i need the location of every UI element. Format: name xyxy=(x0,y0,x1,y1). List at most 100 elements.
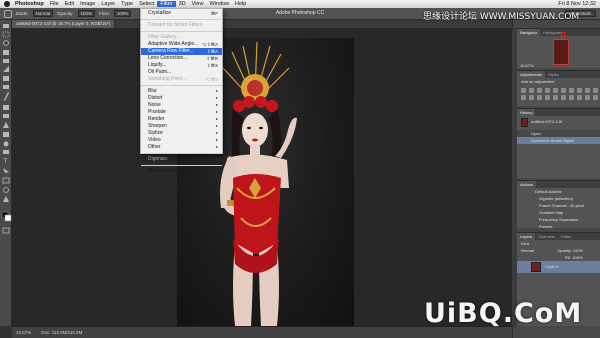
snapshot-thumbnail xyxy=(521,118,528,127)
menu-image[interactable]: Image xyxy=(80,1,95,7)
submenu-arrow-icon xyxy=(216,139,218,141)
menu-view[interactable]: View xyxy=(192,1,204,7)
action-presets[interactable]: Presets xyxy=(517,223,600,230)
document-tab[interactable]: untitled-0072-3.tif @ 16.7% (Layer 0, RG… xyxy=(12,20,116,28)
menu-item-digimarc: Digimarc xyxy=(141,156,222,163)
menu-item-blur[interactable]: Blur xyxy=(141,88,222,95)
navigator-panel: Navigator Histogram 16.67% xyxy=(517,28,600,68)
submenu-arrow-icon xyxy=(216,97,218,99)
menu-help[interactable]: Help xyxy=(235,1,246,7)
menu-select[interactable]: Select xyxy=(139,1,154,7)
menubar-clock[interactable]: Fri 8 Nov 12:32 xyxy=(558,1,596,7)
adjustments-panel: Adjustments Styles Add an adjustment xyxy=(517,70,600,106)
menu-layer[interactable]: Layer xyxy=(101,1,115,7)
adjustments-hint: Add an adjustment xyxy=(521,79,555,84)
history-item-convert[interactable]: Convert to Smart Object xyxy=(517,137,600,144)
action-default-actions[interactable]: Default Actions xyxy=(517,188,600,195)
flow-field[interactable]: 100% xyxy=(113,10,132,17)
submenu-arrow-icon xyxy=(216,125,218,127)
mac-menu-bar: Photoshop File Edit Image Layer Type Sel… xyxy=(0,0,600,8)
menu-item-video[interactable]: Video xyxy=(141,137,222,144)
tool-preset-icon[interactable] xyxy=(4,9,12,18)
tab-styles[interactable]: Styles xyxy=(545,71,562,78)
menu-item-oil-paint[interactable]: Oil Paint... xyxy=(141,69,222,76)
navigator-zoom[interactable]: 16.67% xyxy=(520,63,534,68)
layer-blend-mode[interactable]: Normal Opacity: 100% xyxy=(517,247,600,254)
tab-channels[interactable]: Channels xyxy=(535,233,558,240)
layer-row-layer-0[interactable]: Layer 0 xyxy=(517,261,600,273)
zoom-readout[interactable]: 16.67% xyxy=(16,330,31,335)
shortcut: ⇧⌘X xyxy=(206,63,218,68)
menu-edit[interactable]: Edit xyxy=(65,1,74,7)
menu-type[interactable]: Type xyxy=(121,1,133,7)
navigator-thumbnail[interactable] xyxy=(553,39,569,65)
submenu-arrow-icon xyxy=(216,118,218,120)
actions-panel: Actions Default Actions Vignette (select… xyxy=(517,180,600,230)
tool-icons[interactable]: T xyxy=(0,20,12,326)
adjustment-icons[interactable] xyxy=(517,85,600,103)
menu-file[interactable]: File xyxy=(50,1,59,7)
action-frame-channel[interactable]: Frame Channel - 50 pixel xyxy=(517,202,600,209)
menu-item-sharpen[interactable]: Sharpen xyxy=(141,123,222,130)
shortcut: ⌘F xyxy=(210,11,218,16)
menu-photoshop[interactable]: Photoshop xyxy=(15,1,44,7)
menu-separator xyxy=(141,153,222,154)
menu-item-filter-gallery: Filter Gallery... xyxy=(148,34,181,40)
menu-item-vanishing-point: Vanishing Point... ⌥⌘V xyxy=(148,76,218,82)
history-snapshot[interactable]: untitled-0072-3.tif xyxy=(517,116,600,130)
menu-item-pixelate[interactable]: Pixelate xyxy=(141,109,222,116)
menu-separator xyxy=(141,31,222,32)
apple-icon[interactable] xyxy=(4,1,10,7)
submenu-arrow-icon xyxy=(216,158,218,160)
menu-item-other[interactable]: Other xyxy=(141,144,222,151)
layer-fill-row: Fill: 100% xyxy=(517,254,600,261)
layer-opacity[interactable]: Opacity: 100% xyxy=(557,247,583,254)
svg-text:T: T xyxy=(4,159,8,165)
tab-actions[interactable]: Actions xyxy=(517,181,537,188)
menu-item-browse-filters-online[interactable]: Browse Filters Online... xyxy=(141,168,222,175)
menu-item-lens-correction[interactable]: Lens Correction... ⇧⌘R xyxy=(141,55,222,62)
menu-item-adaptive-wide-angle[interactable]: Adaptive Wide Angle... ⌥⇧⌘A xyxy=(141,41,222,48)
doc-size-readout[interactable]: Doc: 110.9M/110.9M xyxy=(41,330,82,335)
action-gradient-map[interactable]: Gradient Map xyxy=(517,209,600,216)
menu-window[interactable]: Window xyxy=(209,1,229,7)
menu-item-distort[interactable]: Distort xyxy=(141,95,222,102)
tools-panel: T xyxy=(0,20,12,326)
menu-item-convert-smart-filters: Convert for Smart Filters xyxy=(148,22,203,28)
menu-item-stylize[interactable]: Stylize xyxy=(141,130,222,137)
tab-paths[interactable]: Paths xyxy=(558,233,574,240)
watermark-top: 思缘设计论坛 WWW.MISSYUAN.COM xyxy=(423,12,580,22)
menu-separator xyxy=(141,85,222,86)
watermark-bottom: UiBQ.CoM xyxy=(424,298,583,329)
submenu-arrow-icon xyxy=(216,132,218,134)
submenu-arrow-icon xyxy=(216,111,218,113)
menu-item-render[interactable]: Render xyxy=(141,116,222,123)
menu-separator xyxy=(141,165,222,166)
mode-select[interactable]: Normal xyxy=(32,10,54,17)
filter-menu-dropdown: Crystallize ⌘F Convert for Smart Filters … xyxy=(140,8,223,174)
menu-filter[interactable]: Filter xyxy=(157,1,176,7)
menu-item-liquify[interactable]: Liquify... ⇧⌘X xyxy=(141,62,222,69)
shortcut: ⌥⌘V xyxy=(205,77,218,82)
submenu-arrow-icon xyxy=(216,104,218,106)
tab-adjustments[interactable]: Adjustments xyxy=(517,71,546,78)
tab-layers[interactable]: Layers xyxy=(517,233,536,240)
menu-3d[interactable]: 3D xyxy=(179,1,186,7)
layer-filter-kind[interactable]: Kind xyxy=(517,240,600,247)
opacity-label: Opacity: xyxy=(57,11,74,16)
menu-item-camera-raw-filter[interactable]: Camera Raw Filter... ⇧⌘A xyxy=(141,48,222,55)
layer-fill[interactable]: Fill: 100% xyxy=(565,254,583,261)
menu-item-crystallize[interactable]: Crystallize ⌘F xyxy=(141,10,222,17)
opacity-field[interactable]: 100% xyxy=(77,10,96,17)
flow-label: Flow: xyxy=(99,11,110,16)
action-frequency-separation[interactable]: Frequency Separation xyxy=(517,216,600,223)
menu-separator xyxy=(141,19,222,20)
action-vignette[interactable]: Vignette (selection) xyxy=(517,195,600,202)
tab-history[interactable]: History xyxy=(517,109,536,116)
navigator-view-box[interactable] xyxy=(561,32,565,37)
app-window-title: Adobe Photoshop CC xyxy=(275,10,325,16)
menu-item-noise[interactable]: Noise xyxy=(141,102,222,109)
history-panel: History untitled-0072-3.tif Open Convert… xyxy=(517,108,600,178)
history-item-open[interactable]: Open xyxy=(517,130,600,137)
tab-navigator[interactable]: Navigator xyxy=(517,29,541,36)
